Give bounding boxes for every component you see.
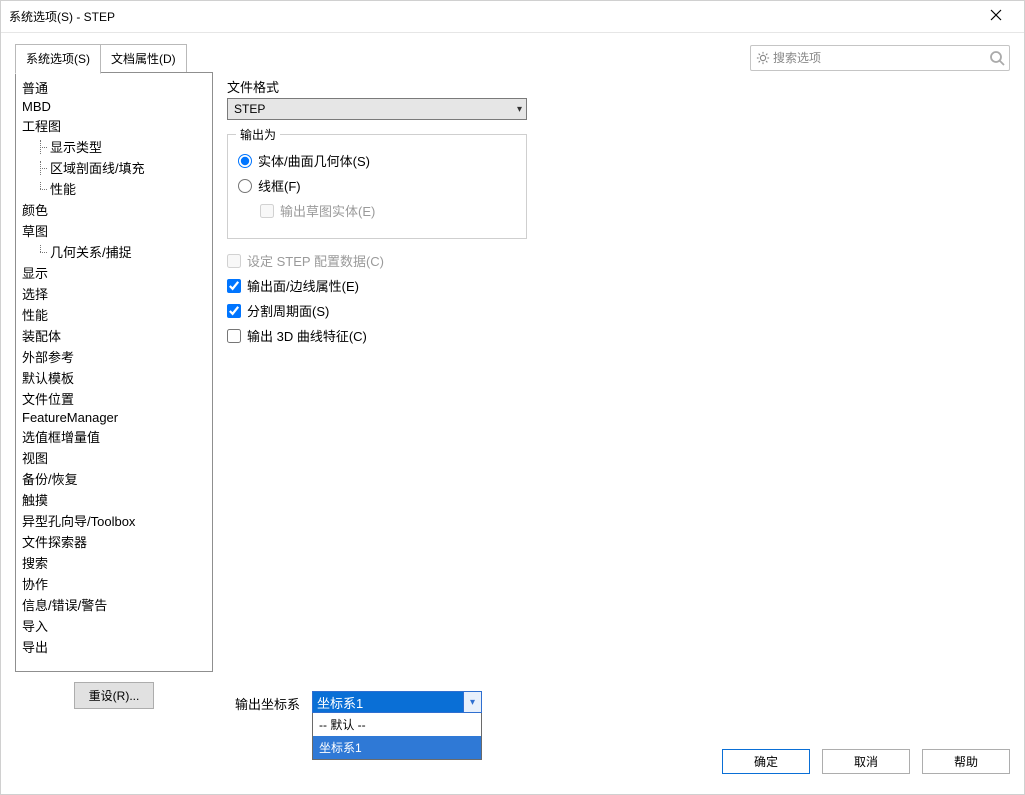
tree-item[interactable]: MBD	[18, 98, 210, 115]
tree-item[interactable]: 外部参考	[18, 346, 210, 367]
tree-connector-icon	[34, 245, 48, 259]
top-row: 系统选项(S) 文档属性(D)	[1, 33, 1024, 73]
category-tree[interactable]: 普通 MBD 工程图 显示类型 区域剖面线/填充 性能 颜色 草图 几何关系/捕…	[15, 72, 213, 672]
tree-item[interactable]: 颜色	[18, 199, 210, 220]
check-face-edge-input[interactable]	[227, 279, 241, 293]
chevron-down-icon: ▾	[517, 104, 522, 115]
body-area: 普通 MBD 工程图 显示类型 区域剖面线/填充 性能 颜色 草图 几何关系/捕…	[1, 73, 1024, 723]
output-coord-row: 输出坐标系 坐标系1 ▾ -- 默认 -- 坐标系1	[235, 691, 482, 760]
cancel-button[interactable]: 取消	[822, 749, 910, 774]
tree-item[interactable]: FeatureManager	[18, 409, 210, 426]
tab-document-properties[interactable]: 文档属性(D)	[100, 44, 187, 74]
tree-item[interactable]: 备份/恢复	[18, 468, 210, 489]
check-step-config-input	[227, 254, 241, 268]
tree-child[interactable]: 显示类型	[18, 136, 210, 157]
tree-item[interactable]: 显示	[18, 262, 210, 283]
tree-connector-icon	[34, 161, 48, 175]
file-format-value: STEP	[234, 102, 265, 116]
radio-solid-input[interactable]	[238, 154, 252, 168]
check-step-config: 设定 STEP 配置数据(C)	[227, 251, 547, 270]
options-dialog: 系统选项(S) - STEP 系统选项(S) 文档属性(D) 普通 MBD	[0, 0, 1025, 795]
tree-item[interactable]: 工程图	[18, 115, 210, 136]
tree-item[interactable]: 搜索	[18, 552, 210, 573]
tab-system-options[interactable]: 系统选项(S)	[15, 44, 101, 74]
chevron-down-icon[interactable]: ▾	[463, 692, 481, 712]
tree-item[interactable]: 普通	[18, 77, 210, 98]
tree-child[interactable]: 区域剖面线/填充	[18, 157, 210, 178]
output-coord-field[interactable]: 坐标系1 ▾	[312, 691, 482, 713]
gear-icon	[755, 50, 771, 66]
tree-child[interactable]: 性能	[18, 178, 210, 199]
help-button[interactable]: 帮助	[922, 749, 1010, 774]
close-button[interactable]	[976, 3, 1016, 31]
search-input[interactable]	[771, 50, 989, 66]
close-icon	[990, 8, 1002, 26]
file-format-combo[interactable]: STEP ▾	[227, 98, 527, 120]
side-column: 普通 MBD 工程图 显示类型 区域剖面线/填充 性能 颜色 草图 几何关系/捕…	[15, 73, 213, 709]
tree-item[interactable]: 视图	[18, 447, 210, 468]
output-as-group: 输出为 实体/曲面几何体(S) 线框(F) 输出草图实体(E)	[227, 134, 527, 239]
tree-item[interactable]: 选择	[18, 283, 210, 304]
coord-option-default[interactable]: -- 默认 --	[313, 713, 481, 736]
tree-item[interactable]: 协作	[18, 573, 210, 594]
tree-item[interactable]: 选值框增量值	[18, 426, 210, 447]
check-output-sketch-input	[260, 204, 274, 218]
output-coord-label: 输出坐标系	[235, 691, 300, 713]
titlebar: 系统选项(S) - STEP	[1, 1, 1024, 33]
check-3d-curve-input[interactable]	[227, 329, 241, 343]
search-box[interactable]	[750, 45, 1010, 71]
tree-item[interactable]: 草图	[18, 220, 210, 241]
reset-button[interactable]: 重设(R)...	[74, 682, 155, 709]
tree-item[interactable]: 导出	[18, 636, 210, 657]
export-checks: 设定 STEP 配置数据(C) 输出面/边线属性(E) 分割周期面(S) 输出 …	[227, 251, 547, 345]
tab-strip: 系统选项(S) 文档属性(D)	[15, 43, 187, 73]
tree-item[interactable]: 导入	[18, 615, 210, 636]
coord-option-cs1[interactable]: 坐标系1	[313, 736, 481, 759]
radio-solid-surface[interactable]: 实体/曲面几何体(S)	[238, 151, 516, 170]
tree-item[interactable]: 文件位置	[18, 388, 210, 409]
check-face-edge[interactable]: 输出面/边线属性(E)	[227, 276, 547, 295]
tree-item[interactable]: 触摸	[18, 489, 210, 510]
output-coord-list[interactable]: -- 默认 -- 坐标系1	[312, 713, 482, 760]
reset-row: 重设(R)...	[15, 682, 213, 709]
tree-connector-icon	[34, 182, 48, 196]
ok-button[interactable]: 确定	[722, 749, 810, 774]
check-3d-curve[interactable]: 输出 3D 曲线特征(C)	[227, 326, 547, 345]
output-as-title: 输出为	[236, 126, 280, 143]
tree-item[interactable]: 性能	[18, 304, 210, 325]
output-coord-combo[interactable]: 坐标系1 ▾ -- 默认 -- 坐标系1	[312, 691, 482, 760]
tree-item[interactable]: 默认模板	[18, 367, 210, 388]
search-icon	[989, 50, 1005, 66]
radio-wire-input[interactable]	[238, 179, 252, 193]
tree-item[interactable]: 装配体	[18, 325, 210, 346]
file-format-label: 文件格式	[227, 77, 1004, 96]
tree-item[interactable]: 信息/错误/警告	[18, 594, 210, 615]
check-output-sketch: 输出草图实体(E)	[238, 201, 516, 220]
main-panel: 文件格式 STEP ▾ 输出为 实体/曲面几何体(S) 线框(F) 输出草图实体…	[221, 73, 1010, 709]
tree-child[interactable]: 几何关系/捕捉	[18, 241, 210, 262]
tree-connector-icon	[34, 140, 48, 154]
output-coord-value: 坐标系1	[313, 692, 463, 712]
radio-wireframe[interactable]: 线框(F)	[238, 176, 516, 195]
dialog-footer: 确定 取消 帮助	[722, 749, 1010, 774]
check-split-input[interactable]	[227, 304, 241, 318]
tree-item[interactable]: 文件探索器	[18, 531, 210, 552]
tree-item[interactable]: 异型孔向导/Toolbox	[18, 510, 210, 531]
check-split-periodic[interactable]: 分割周期面(S)	[227, 301, 547, 320]
window-title: 系统选项(S) - STEP	[9, 8, 115, 25]
